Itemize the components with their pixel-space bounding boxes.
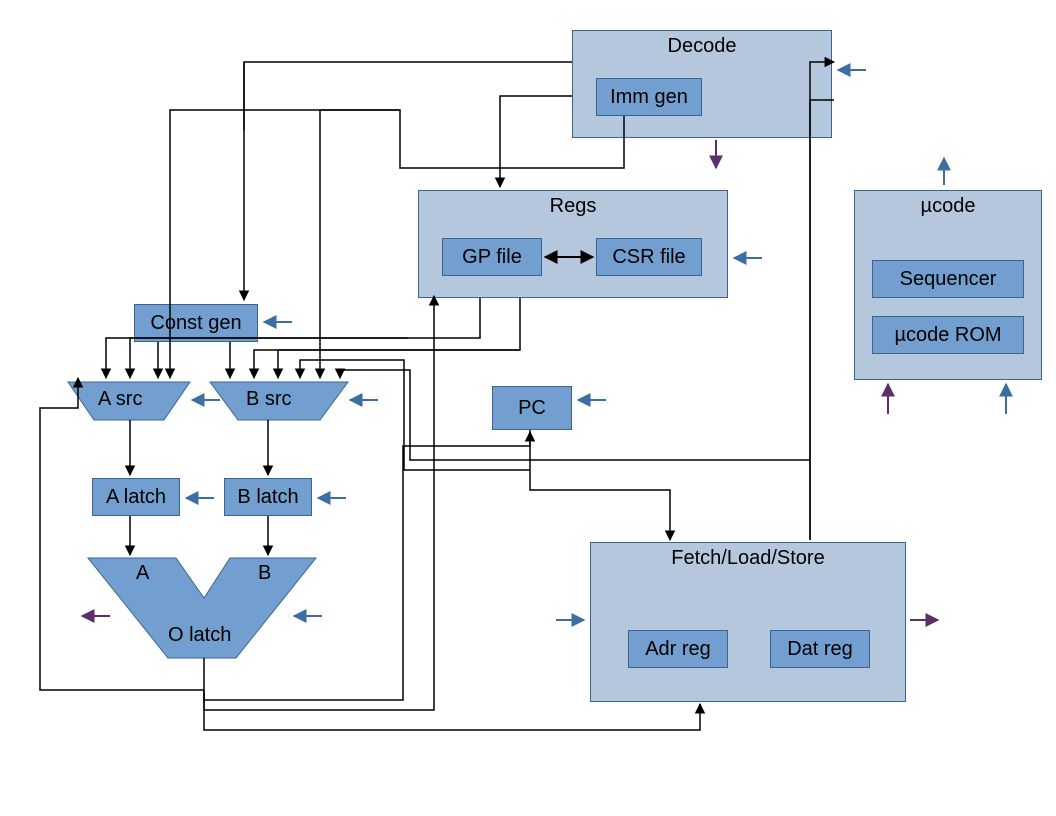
a-src-label: A src [98,388,142,411]
dat-reg-block: Dat reg [770,630,870,668]
arrow-alu-to-pc [204,432,530,700]
arrow-regs-to-bsrc [278,298,520,378]
arrow-fetch-to-bsrc [340,370,810,460]
decode-title: Decode [573,31,831,58]
imm-gen-block: Imm gen [596,78,702,116]
arrow-pc-to-fetch [530,430,670,540]
ucode-rom-block: µcode ROM [872,316,1024,354]
fetch-title: Fetch/Load/Store [591,543,905,570]
csr-file-block: CSR file [596,238,702,276]
ucode-title: µcode [855,191,1041,218]
fetch-container: Fetch/Load/Store [590,542,906,702]
gp-file-block: GP file [442,238,542,276]
sequencer-block: Sequencer [872,260,1024,298]
arrow-imm-to-bsrc [320,110,400,378]
b-src-label: B src [246,388,292,411]
adr-reg-block: Adr reg [628,630,728,668]
b-latch-block: B latch [224,478,312,516]
const-gen-block: Const gen [134,304,258,342]
o-latch-label: O latch [168,624,231,647]
a-latch-block: A latch [92,478,180,516]
regs-title: Regs [419,191,727,218]
alu-a-label: A [136,562,149,585]
pc-block: PC [492,386,572,430]
alu-b-label: B [258,562,271,585]
